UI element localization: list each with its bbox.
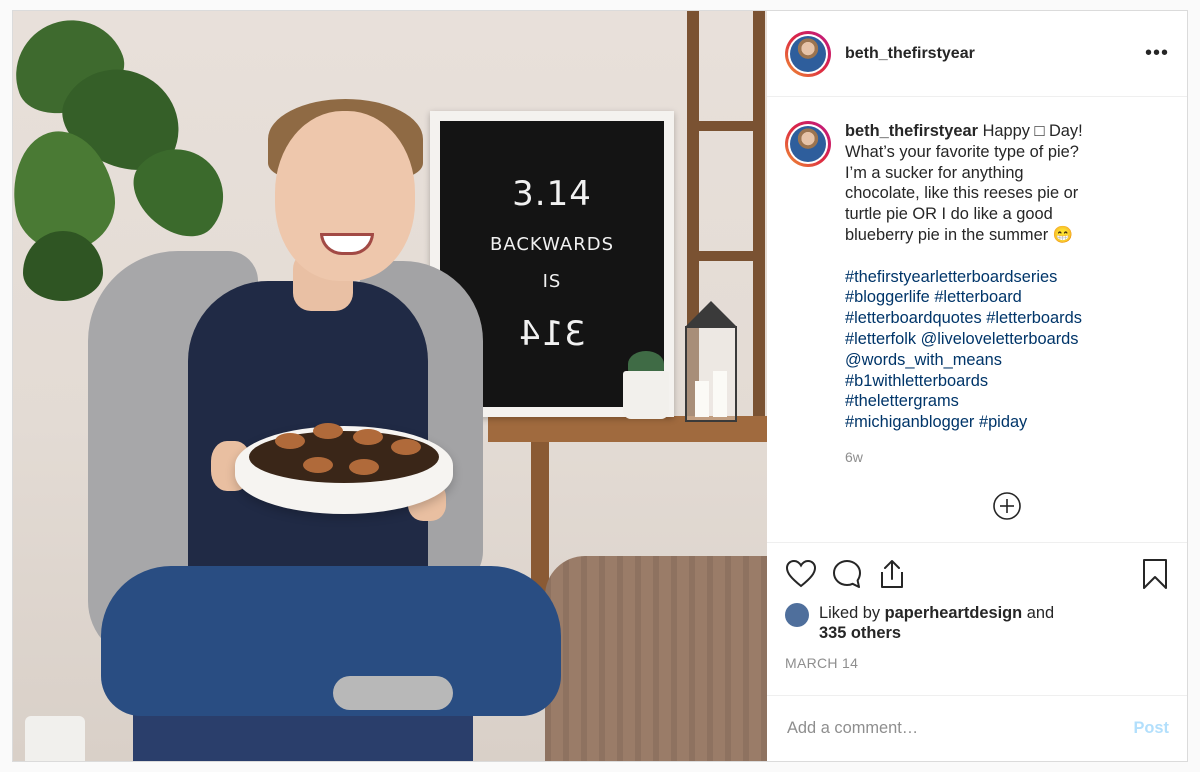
mention-link[interactable]: @words_with_means — [845, 351, 1002, 369]
knit-blanket — [545, 556, 767, 761]
caption-age[interactable]: 6w — [845, 449, 1169, 465]
avatar-image — [790, 35, 826, 72]
post-header: beth_thefirstyear ••• — [767, 11, 1187, 97]
ladder-rung — [699, 251, 753, 261]
hashtag-link[interactable]: #thefirstyearletterboardseries — [845, 268, 1057, 286]
avatar-ring — [788, 124, 828, 164]
peanut-butter-cup — [303, 457, 333, 473]
heart-icon[interactable] — [785, 559, 817, 589]
hashtag-link[interactable]: #bloggerlife — [845, 288, 930, 306]
post-author-username[interactable]: beth_thefirstyear — [845, 45, 1131, 63]
comment-bar: Post — [767, 695, 1187, 761]
lantern-roof — [685, 301, 737, 327]
hashtag-link[interactable]: #thelettergrams — [845, 392, 959, 410]
avatar-image — [790, 126, 826, 162]
share-icon[interactable] — [877, 558, 907, 590]
hashtag-link[interactable]: #letterboard — [934, 288, 1021, 306]
letterboard-line-1: 3.14 — [512, 174, 592, 214]
liker-username[interactable]: paperheartdesign — [885, 604, 1023, 622]
caption-username[interactable]: beth_thefirstyear — [845, 122, 978, 140]
more-options-icon[interactable]: ••• — [1145, 42, 1169, 65]
peanut-butter-cup — [313, 423, 343, 439]
sock-foot — [333, 676, 453, 710]
caption-line: blueberry pie in the summer 😁 — [845, 225, 1074, 244]
action-section: Liked by paperheartdesign and 335 others… — [767, 542, 1187, 671]
caption-line: chocolate, like this reeses pie or — [845, 184, 1079, 203]
face — [275, 111, 415, 281]
likes-prefix: Liked by — [819, 604, 881, 622]
likes-suffix: and — [1026, 604, 1055, 622]
comment-input[interactable] — [785, 718, 1134, 739]
post-card: 3.14 BACKWARDS IS 314 beth_thefirstyear … — [12, 10, 1188, 762]
jeans — [101, 566, 561, 716]
post-comment-button[interactable]: Post — [1133, 719, 1169, 738]
candle — [713, 371, 727, 417]
post-sidebar: beth_thefirstyear ••• beth_thefirstyear … — [767, 11, 1187, 761]
mention-link[interactable]: @liveloveletterboards — [921, 330, 1079, 348]
caption-avatar[interactable] — [785, 121, 831, 167]
caption-body: beth_thefirstyear Happy □ Day! What’s yo… — [845, 121, 1169, 542]
ladder-rail — [753, 11, 765, 431]
peanut-butter-cup — [353, 429, 383, 445]
post-photo[interactable]: 3.14 BACKWARDS IS 314 — [13, 11, 767, 761]
hashtag-link[interactable]: #michiganblogger — [845, 413, 974, 431]
bookmark-icon[interactable] — [1141, 558, 1169, 590]
avatar-ring — [788, 33, 828, 74]
pot-bottom-left — [25, 716, 85, 761]
caption-line: I’m a sucker for anything — [845, 163, 1024, 182]
plant-pot — [623, 371, 669, 419]
letterboard-line-2: BACKWARDS — [490, 234, 614, 255]
lantern — [685, 326, 737, 422]
hashtag-link[interactable]: #b1withletterboards — [845, 372, 988, 390]
post-date[interactable]: MARCH 14 — [785, 655, 1169, 671]
hashtag-link[interactable]: #piday — [979, 413, 1027, 431]
hashtag-link[interactable]: #letterfolk — [845, 330, 916, 348]
likes-text: Liked by paperheartdesign and 335 others — [819, 603, 1054, 643]
load-more-comments-button[interactable] — [845, 491, 1169, 521]
candle — [695, 381, 709, 417]
caption-area: beth_thefirstyear Happy □ Day! What’s yo… — [767, 97, 1187, 542]
letterboard-line-4: 314 — [518, 314, 586, 354]
avatar[interactable] — [785, 30, 831, 77]
ladder-rung — [699, 121, 753, 131]
caption-line: turtle pie OR I do like a good — [845, 205, 1053, 224]
peanut-butter-cup — [275, 433, 305, 449]
hashtag-list: #thefirstyearletterboardseries #bloggerl… — [845, 267, 1169, 433]
comment-icon[interactable] — [831, 558, 863, 590]
likes-others-link[interactable]: 335 others — [819, 624, 901, 642]
liker-avatar[interactable] — [785, 603, 809, 627]
hashtag-link[interactable]: #letterboards — [986, 309, 1082, 327]
peanut-butter-cup — [391, 439, 421, 455]
hashtag-link[interactable]: #letterboardquotes — [845, 309, 982, 327]
action-icons — [785, 557, 1169, 591]
peanut-butter-cup — [349, 459, 379, 475]
likes-summary: Liked by paperheartdesign and 335 others — [785, 603, 1169, 643]
caption-line: What’s your favorite type of pie? — [845, 142, 1079, 161]
plus-circle-icon[interactable] — [992, 491, 1022, 521]
letterboard-line-3: IS — [542, 271, 562, 292]
caption-line: Happy □ Day! — [982, 122, 1083, 140]
caption-text: beth_thefirstyear Happy □ Day! What’s yo… — [845, 121, 1169, 433]
